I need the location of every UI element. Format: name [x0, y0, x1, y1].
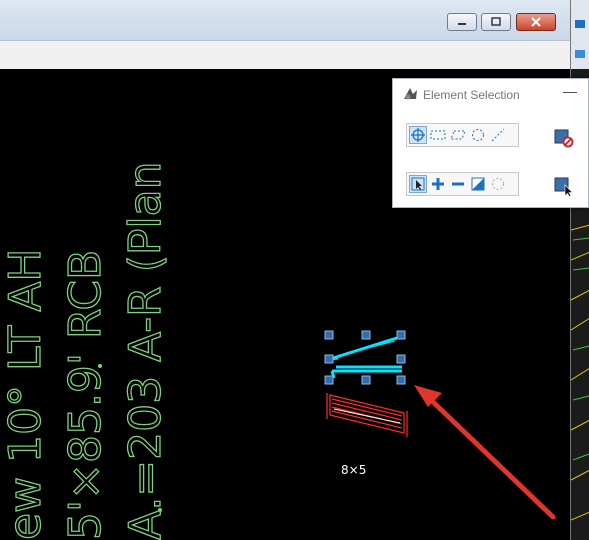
minimize-button[interactable] — [447, 13, 477, 31]
selected-element[interactable] — [329, 335, 402, 379]
dotted-circle-icon — [492, 178, 504, 190]
maximize-icon — [482, 14, 510, 30]
circle-selection-tool[interactable] — [469, 126, 487, 144]
minus-icon — [452, 182, 464, 186]
individual-selection-tool[interactable] — [409, 126, 427, 144]
clear-selection-button[interactable] — [553, 127, 575, 149]
target-icon — [411, 128, 425, 142]
select-all-button[interactable] — [553, 175, 575, 197]
cad-text-line-2: 5'×85.9' RCB — [60, 250, 111, 540]
plus-icon — [432, 178, 444, 190]
line-selection-tool[interactable] — [489, 126, 507, 144]
close-button[interactable] — [516, 13, 556, 31]
invert-mode[interactable] — [469, 175, 487, 193]
cad-text-line-1: ew 10° LT AH — [0, 248, 51, 540]
close-icon — [517, 14, 555, 30]
select-all-icon — [554, 177, 574, 196]
window-title-bar — [0, 0, 570, 41]
cad-dot — [158, 508, 162, 512]
subtract-mode[interactable] — [449, 175, 467, 193]
pointer-icon — [411, 177, 425, 191]
cad-dot — [98, 364, 102, 368]
annotation-arrow — [414, 385, 556, 520]
deselect-icon — [554, 129, 574, 148]
invert-icon — [471, 177, 485, 191]
dashed-line-icon — [491, 128, 505, 142]
view-icon — [575, 50, 585, 58]
selection-mode-toolbar — [406, 172, 519, 196]
dialog-minimize-button[interactable]: — — [563, 83, 577, 99]
dashed-circle-icon — [472, 129, 484, 141]
element-selection-icon — [401, 85, 419, 108]
block-selection-tool[interactable] — [429, 126, 447, 144]
element-selection-dialog: Element Selection — — [392, 78, 589, 208]
dashed-rectangle-icon — [430, 130, 446, 140]
maximize-button[interactable] — [481, 13, 511, 31]
cad-text-line-3: A.=203 A-R (Plan — [120, 162, 171, 540]
selection-method-toolbar — [406, 123, 519, 147]
clear-mode[interactable] — [489, 175, 507, 193]
shape-selection-tool[interactable] — [449, 126, 467, 144]
minimize-icon — [448, 14, 476, 30]
dashed-shape-icon — [450, 130, 466, 140]
dialog-title: Element Selection — [423, 88, 520, 102]
culvert-element[interactable] — [326, 393, 408, 437]
add-mode[interactable] — [429, 175, 447, 193]
new-selection-mode[interactable] — [409, 175, 427, 193]
element-size-label: 8×5 — [341, 463, 367, 477]
view-icon — [575, 20, 585, 28]
